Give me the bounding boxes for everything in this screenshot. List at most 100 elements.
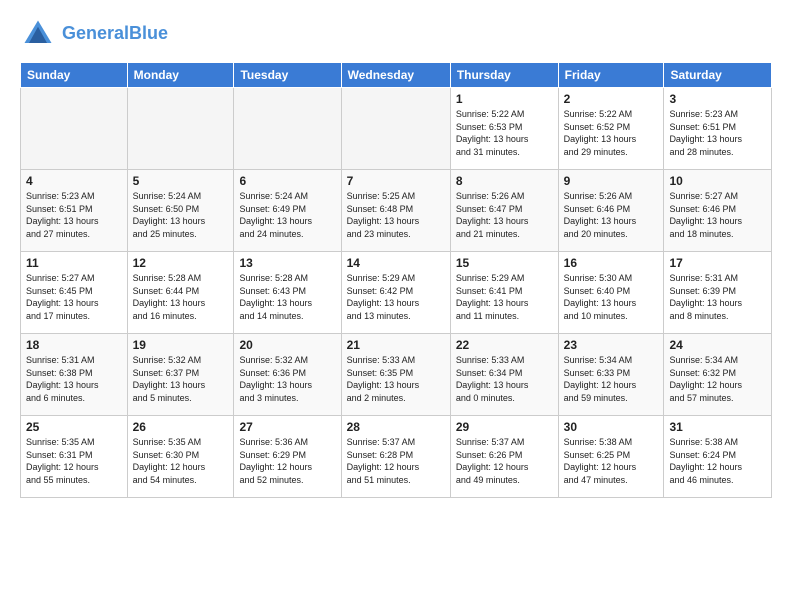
- day-info: Sunrise: 5:24 AM Sunset: 6:50 PM Dayligh…: [133, 190, 229, 240]
- day-number: 31: [669, 420, 766, 434]
- calendar-day: 30 Sunrise: 5:38 AM Sunset: 6:25 PM Dayli…: [558, 416, 664, 498]
- calendar-day: 25Sunrise: 5:35 AM Sunset: 6:31 PM Dayli…: [21, 416, 128, 498]
- logo-line1: General: [62, 23, 129, 43]
- day-info: Sunrise: 5:33 AM Sunset: 6:35 PM Dayligh…: [347, 354, 445, 404]
- calendar-week: 18 Sunrise: 5:31 AM Sunset: 6:38 PM Dayli…: [21, 334, 772, 416]
- day-number: 11: [26, 256, 122, 270]
- calendar-week: 1Sunrise: 5:22 AM Sunset: 6:53 PM Daylig…: [21, 88, 772, 170]
- day-info: Sunrise: 5:29 AM Sunset: 6:42 PM Dayligh…: [347, 272, 445, 322]
- day-number: 4: [26, 174, 122, 188]
- day-info: Sunrise: 5:37 AM Sunset: 6:26 PM Dayligh…: [456, 436, 553, 486]
- calendar-day: 13 Sunrise: 5:28 AM Sunset: 6:43 PM Dayli…: [234, 252, 341, 334]
- weekday-header: Saturday: [664, 63, 772, 88]
- day-info: Sunrise: 5:28 AM Sunset: 6:43 PM Dayligh…: [239, 272, 335, 322]
- day-number: 27: [239, 420, 335, 434]
- day-info: Sunrise: 5:31 AM Sunset: 6:38 PM Dayligh…: [26, 354, 122, 404]
- calendar-week: 25Sunrise: 5:35 AM Sunset: 6:31 PM Dayli…: [21, 416, 772, 498]
- day-info: Sunrise: 5:36 AM Sunset: 6:29 PM Dayligh…: [239, 436, 335, 486]
- day-info: Sunrise: 5:31 AM Sunset: 6:39 PM Dayligh…: [669, 272, 766, 322]
- calendar-day: 26Sunrise: 5:35 AM Sunset: 6:30 PM Dayli…: [127, 416, 234, 498]
- day-info: Sunrise: 5:27 AM Sunset: 6:45 PM Dayligh…: [26, 272, 122, 322]
- day-number: 21: [347, 338, 445, 352]
- weekday-header: Monday: [127, 63, 234, 88]
- day-number: 20: [239, 338, 335, 352]
- day-info: Sunrise: 5:29 AM Sunset: 6:41 PM Dayligh…: [456, 272, 553, 322]
- calendar-day: 22Sunrise: 5:33 AM Sunset: 6:34 PM Dayli…: [450, 334, 558, 416]
- weekday-row: SundayMondayTuesdayWednesdayThursdayFrid…: [21, 63, 772, 88]
- calendar-day: 6Sunrise: 5:24 AM Sunset: 6:49 PM Daylig…: [234, 170, 341, 252]
- calendar-day: 2 Sunrise: 5:22 AM Sunset: 6:52 PM Daylig…: [558, 88, 664, 170]
- day-info: Sunrise: 5:28 AM Sunset: 6:44 PM Dayligh…: [133, 272, 229, 322]
- day-info: Sunrise: 5:38 AM Sunset: 6:24 PM Dayligh…: [669, 436, 766, 486]
- calendar-day: 17Sunrise: 5:31 AM Sunset: 6:39 PM Dayli…: [664, 252, 772, 334]
- weekday-header: Sunday: [21, 63, 128, 88]
- day-info: Sunrise: 5:27 AM Sunset: 6:46 PM Dayligh…: [669, 190, 766, 240]
- logo-accent: Blue: [129, 23, 168, 43]
- day-info: Sunrise: 5:34 AM Sunset: 6:33 PM Dayligh…: [564, 354, 659, 404]
- weekday-header: Thursday: [450, 63, 558, 88]
- day-info: Sunrise: 5:37 AM Sunset: 6:28 PM Dayligh…: [347, 436, 445, 486]
- day-number: 28: [347, 420, 445, 434]
- day-number: 14: [347, 256, 445, 270]
- calendar-day: 1Sunrise: 5:22 AM Sunset: 6:53 PM Daylig…: [450, 88, 558, 170]
- day-info: Sunrise: 5:38 AM Sunset: 6:25 PM Dayligh…: [564, 436, 659, 486]
- day-info: Sunrise: 5:23 AM Sunset: 6:51 PM Dayligh…: [26, 190, 122, 240]
- calendar-day: [127, 88, 234, 170]
- calendar-day: 27 Sunrise: 5:36 AM Sunset: 6:29 PM Dayli…: [234, 416, 341, 498]
- day-number: 23: [564, 338, 659, 352]
- day-info: Sunrise: 5:26 AM Sunset: 6:47 PM Dayligh…: [456, 190, 553, 240]
- calendar-week: 11 Sunrise: 5:27 AM Sunset: 6:45 PM Dayli…: [21, 252, 772, 334]
- day-info: Sunrise: 5:25 AM Sunset: 6:48 PM Dayligh…: [347, 190, 445, 240]
- day-info: Sunrise: 5:30 AM Sunset: 6:40 PM Dayligh…: [564, 272, 659, 322]
- day-info: Sunrise: 5:32 AM Sunset: 6:36 PM Dayligh…: [239, 354, 335, 404]
- calendar-day: 3 Sunrise: 5:23 AM Sunset: 6:51 PM Daylig…: [664, 88, 772, 170]
- logo: GeneralBlue: [20, 16, 168, 52]
- calendar-day: [341, 88, 450, 170]
- day-number: 30: [564, 420, 659, 434]
- day-number: 12: [133, 256, 229, 270]
- day-info: Sunrise: 5:22 AM Sunset: 6:52 PM Dayligh…: [564, 108, 659, 158]
- weekday-header: Friday: [558, 63, 664, 88]
- day-info: Sunrise: 5:34 AM Sunset: 6:32 PM Dayligh…: [669, 354, 766, 404]
- day-info: Sunrise: 5:23 AM Sunset: 6:51 PM Dayligh…: [669, 108, 766, 158]
- day-number: 29: [456, 420, 553, 434]
- calendar-day: 8 Sunrise: 5:26 AM Sunset: 6:47 PM Daylig…: [450, 170, 558, 252]
- day-number: 5: [133, 174, 229, 188]
- calendar-day: 24 Sunrise: 5:34 AM Sunset: 6:32 PM Dayli…: [664, 334, 772, 416]
- calendar-day: 18 Sunrise: 5:31 AM Sunset: 6:38 PM Dayli…: [21, 334, 128, 416]
- day-number: 9: [564, 174, 659, 188]
- day-number: 24: [669, 338, 766, 352]
- calendar-day: 10Sunrise: 5:27 AM Sunset: 6:46 PM Dayli…: [664, 170, 772, 252]
- calendar-day: 15Sunrise: 5:29 AM Sunset: 6:41 PM Dayli…: [450, 252, 558, 334]
- day-info: Sunrise: 5:26 AM Sunset: 6:46 PM Dayligh…: [564, 190, 659, 240]
- day-number: 19: [133, 338, 229, 352]
- weekday-header: Wednesday: [341, 63, 450, 88]
- day-info: Sunrise: 5:24 AM Sunset: 6:49 PM Dayligh…: [239, 190, 335, 240]
- page: GeneralBlue SundayMondayTuesdayWednesday…: [0, 0, 792, 612]
- day-number: 3: [669, 92, 766, 106]
- calendar-day: 9 Sunrise: 5:26 AM Sunset: 6:46 PM Daylig…: [558, 170, 664, 252]
- calendar-day: 11 Sunrise: 5:27 AM Sunset: 6:45 PM Dayli…: [21, 252, 128, 334]
- day-number: 13: [239, 256, 335, 270]
- calendar-body: 1Sunrise: 5:22 AM Sunset: 6:53 PM Daylig…: [21, 88, 772, 498]
- header: GeneralBlue: [20, 16, 772, 52]
- day-number: 18: [26, 338, 122, 352]
- calendar-day: 19 Sunrise: 5:32 AM Sunset: 6:37 PM Dayli…: [127, 334, 234, 416]
- day-number: 22: [456, 338, 553, 352]
- calendar-day: 14 Sunrise: 5:29 AM Sunset: 6:42 PM Dayli…: [341, 252, 450, 334]
- calendar-day: 20 Sunrise: 5:32 AM Sunset: 6:36 PM Dayli…: [234, 334, 341, 416]
- day-info: Sunrise: 5:22 AM Sunset: 6:53 PM Dayligh…: [456, 108, 553, 158]
- day-number: 2: [564, 92, 659, 106]
- calendar-day: 28 Sunrise: 5:37 AM Sunset: 6:28 PM Dayli…: [341, 416, 450, 498]
- day-number: 26: [133, 420, 229, 434]
- day-number: 7: [347, 174, 445, 188]
- calendar-day: 5 Sunrise: 5:24 AM Sunset: 6:50 PM Daylig…: [127, 170, 234, 252]
- calendar-day: 16Sunrise: 5:30 AM Sunset: 6:40 PM Dayli…: [558, 252, 664, 334]
- day-info: Sunrise: 5:35 AM Sunset: 6:31 PM Dayligh…: [26, 436, 122, 486]
- day-number: 8: [456, 174, 553, 188]
- calendar: SundayMondayTuesdayWednesdayThursdayFrid…: [20, 62, 772, 498]
- calendar-day: 23 Sunrise: 5:34 AM Sunset: 6:33 PM Dayli…: [558, 334, 664, 416]
- calendar-week: 4 Sunrise: 5:23 AM Sunset: 6:51 PM Daylig…: [21, 170, 772, 252]
- calendar-day: 31 Sunrise: 5:38 AM Sunset: 6:24 PM Dayli…: [664, 416, 772, 498]
- day-info: Sunrise: 5:32 AM Sunset: 6:37 PM Dayligh…: [133, 354, 229, 404]
